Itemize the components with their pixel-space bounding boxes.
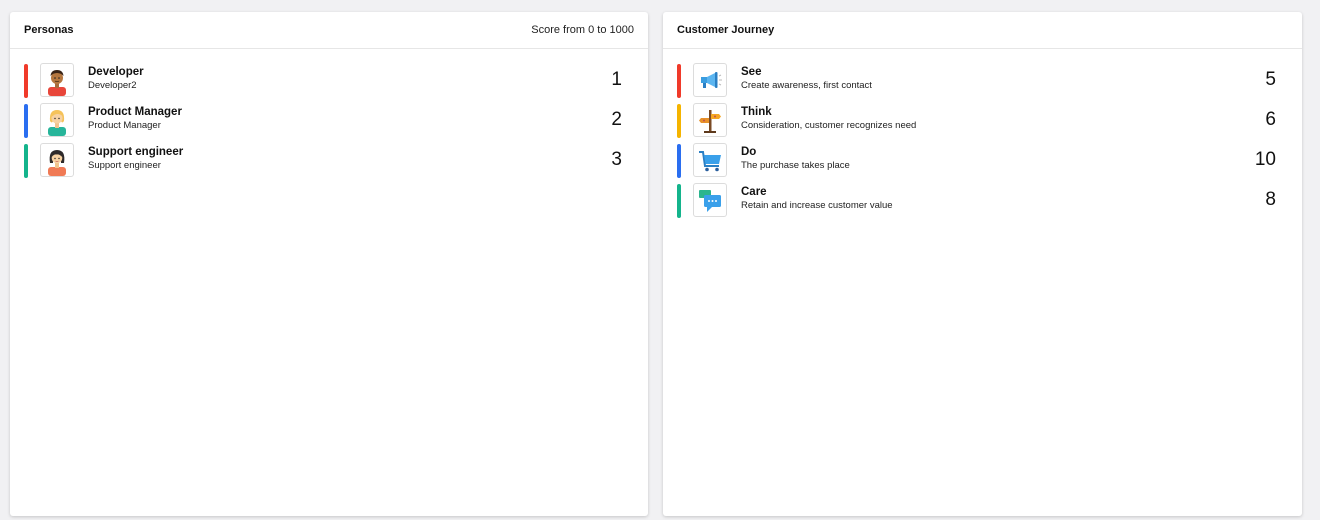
stage-subtitle: Create awareness, first contact <box>741 80 872 91</box>
stage-name: Do <box>741 146 757 158</box>
persona-score: 2 <box>611 109 622 130</box>
stage-subtitle: Retain and increase customer value <box>741 200 893 211</box>
persona-subtitle: Developer2 <box>88 80 137 91</box>
megaphone-icon <box>693 63 727 97</box>
persona-name: Product Manager <box>88 106 182 118</box>
stage-score: 10 <box>1254 149 1276 170</box>
stage-name: Think <box>741 106 772 118</box>
color-bar <box>677 144 681 178</box>
journey-row-do[interactable]: Do The purchase takes place 10 <box>663 143 1302 179</box>
panel-title: Personas <box>24 24 74 36</box>
color-bar <box>24 144 28 178</box>
persona-subtitle: Product Manager <box>88 120 161 131</box>
journey-row-care[interactable]: Care Retain and increase customer value … <box>663 183 1302 219</box>
stage-subtitle: Consideration, customer recognizes need <box>741 120 917 131</box>
persona-row-support-engineer[interactable]: Support engineer Support engineer 3 <box>10 143 648 179</box>
customer-journey-panel: Customer Journey See Create awareness, f… <box>663 12 1302 516</box>
product-manager-avatar-icon <box>40 103 74 137</box>
personas-panel: Personas Score from 0 to 1000 Developer … <box>10 12 648 516</box>
stage-name: See <box>741 66 762 78</box>
journey-row-think[interactable]: Think Consideration, customer recognizes… <box>663 103 1302 139</box>
personas-header: Personas Score from 0 to 1000 <box>10 12 648 49</box>
score-caption: Score from 0 to 1000 <box>531 24 634 36</box>
shopping-cart-icon <box>693 143 727 177</box>
color-bar <box>677 64 681 98</box>
stage-name: Care <box>741 186 767 198</box>
persona-row-product-manager[interactable]: Product Manager Product Manager 2 <box>10 103 648 139</box>
persona-score: 1 <box>611 69 622 90</box>
color-bar <box>24 104 28 138</box>
journey-row-see[interactable]: See Create awareness, first contact 5 <box>663 63 1302 99</box>
color-bar <box>24 64 28 98</box>
developer-avatar-icon <box>40 63 74 97</box>
color-bar <box>677 184 681 218</box>
support-engineer-avatar-icon <box>40 143 74 177</box>
persona-row-developer[interactable]: Developer Developer2 1 <box>10 63 648 99</box>
stage-subtitle: The purchase takes place <box>741 160 850 171</box>
chat-bubbles-icon <box>693 183 727 217</box>
signpost-icon <box>693 103 727 137</box>
panel-title: Customer Journey <box>677 24 775 36</box>
journey-header: Customer Journey <box>663 12 1302 49</box>
persona-name: Developer <box>88 66 144 78</box>
persona-score: 3 <box>611 149 622 170</box>
stage-score: 6 <box>1265 109 1276 130</box>
stage-score: 5 <box>1265 69 1276 90</box>
stage-score: 8 <box>1265 189 1276 210</box>
persona-name: Support engineer <box>88 146 184 158</box>
persona-subtitle: Support engineer <box>88 160 161 171</box>
color-bar <box>677 104 681 138</box>
